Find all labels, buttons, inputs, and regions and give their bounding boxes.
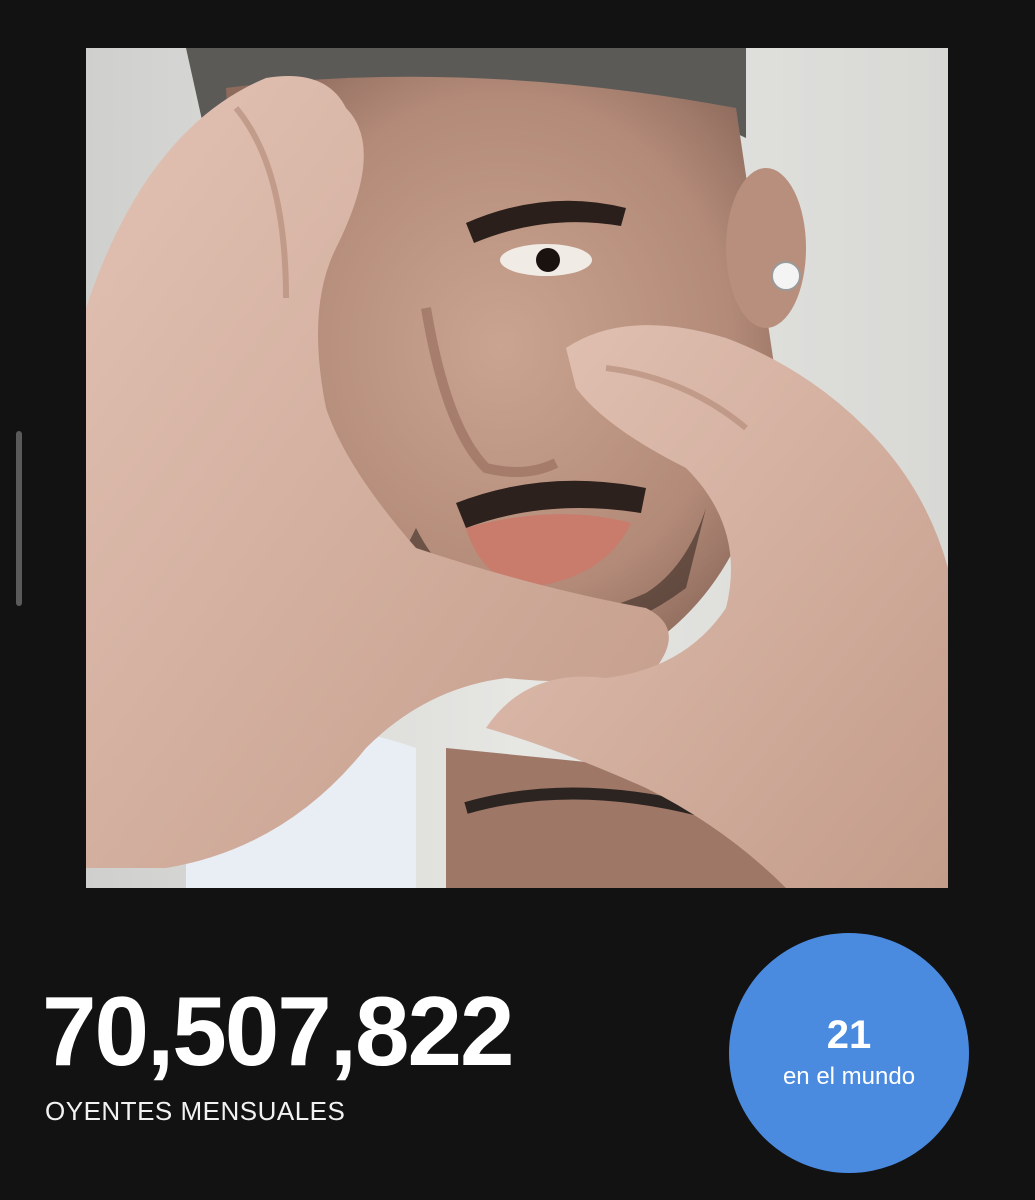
world-rank-caption: en el mundo [782,1063,916,1090]
scroll-handle[interactable] [16,431,22,606]
monthly-listeners-label: OYENTES MENSUALES [45,1096,346,1126]
world-rank-number: 21 [826,1013,872,1057]
world-rank-badge: 21 en el mundo [729,933,969,1173]
monthly-listeners-count: 70,507,822 [42,976,514,1086]
artist-photo [86,48,948,888]
